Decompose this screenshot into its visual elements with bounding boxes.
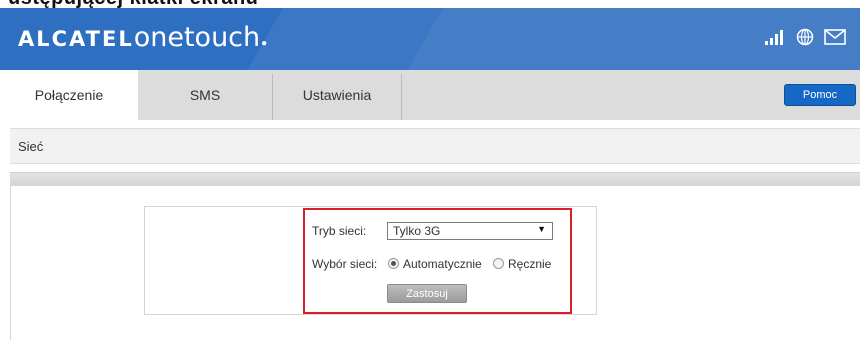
- tab-polaczenie[interactable]: Połączenie: [0, 70, 138, 120]
- tab-sms[interactable]: SMS: [138, 70, 272, 120]
- tab-label: Ustawienia: [302, 87, 372, 103]
- tab-divider: [401, 74, 402, 120]
- logo-dot: ●: [261, 38, 268, 49]
- highlight-box: [303, 208, 572, 314]
- signal-icon: [764, 29, 786, 45]
- top-caption-fragment: ustępującej klatki ekranu: [0, 0, 860, 8]
- help-button[interactable]: Pomoc: [784, 84, 856, 106]
- section-subbar: [10, 172, 860, 186]
- tab-ustawienia[interactable]: Ustawienia: [273, 70, 401, 120]
- tab-label: Połączenie: [34, 87, 104, 103]
- brand-logo: ALCATEL onetouch ●: [18, 22, 267, 53]
- section-header: Sieć: [10, 128, 860, 164]
- status-icons: [764, 28, 846, 46]
- tab-label: SMS: [189, 87, 221, 103]
- caption-text: ustępującej klatki ekranu: [8, 0, 258, 8]
- section-title: Sieć: [18, 138, 44, 154]
- mail-icon[interactable]: [824, 29, 846, 45]
- content-border: [10, 186, 11, 340]
- app-header: ALCATEL onetouch ●: [0, 8, 860, 70]
- globe-icon[interactable]: [796, 28, 814, 46]
- brand-sub: onetouch: [133, 22, 261, 53]
- main-nav: Połączenie SMS Ustawienia: [0, 70, 860, 120]
- brand-name: ALCATEL: [18, 27, 134, 51]
